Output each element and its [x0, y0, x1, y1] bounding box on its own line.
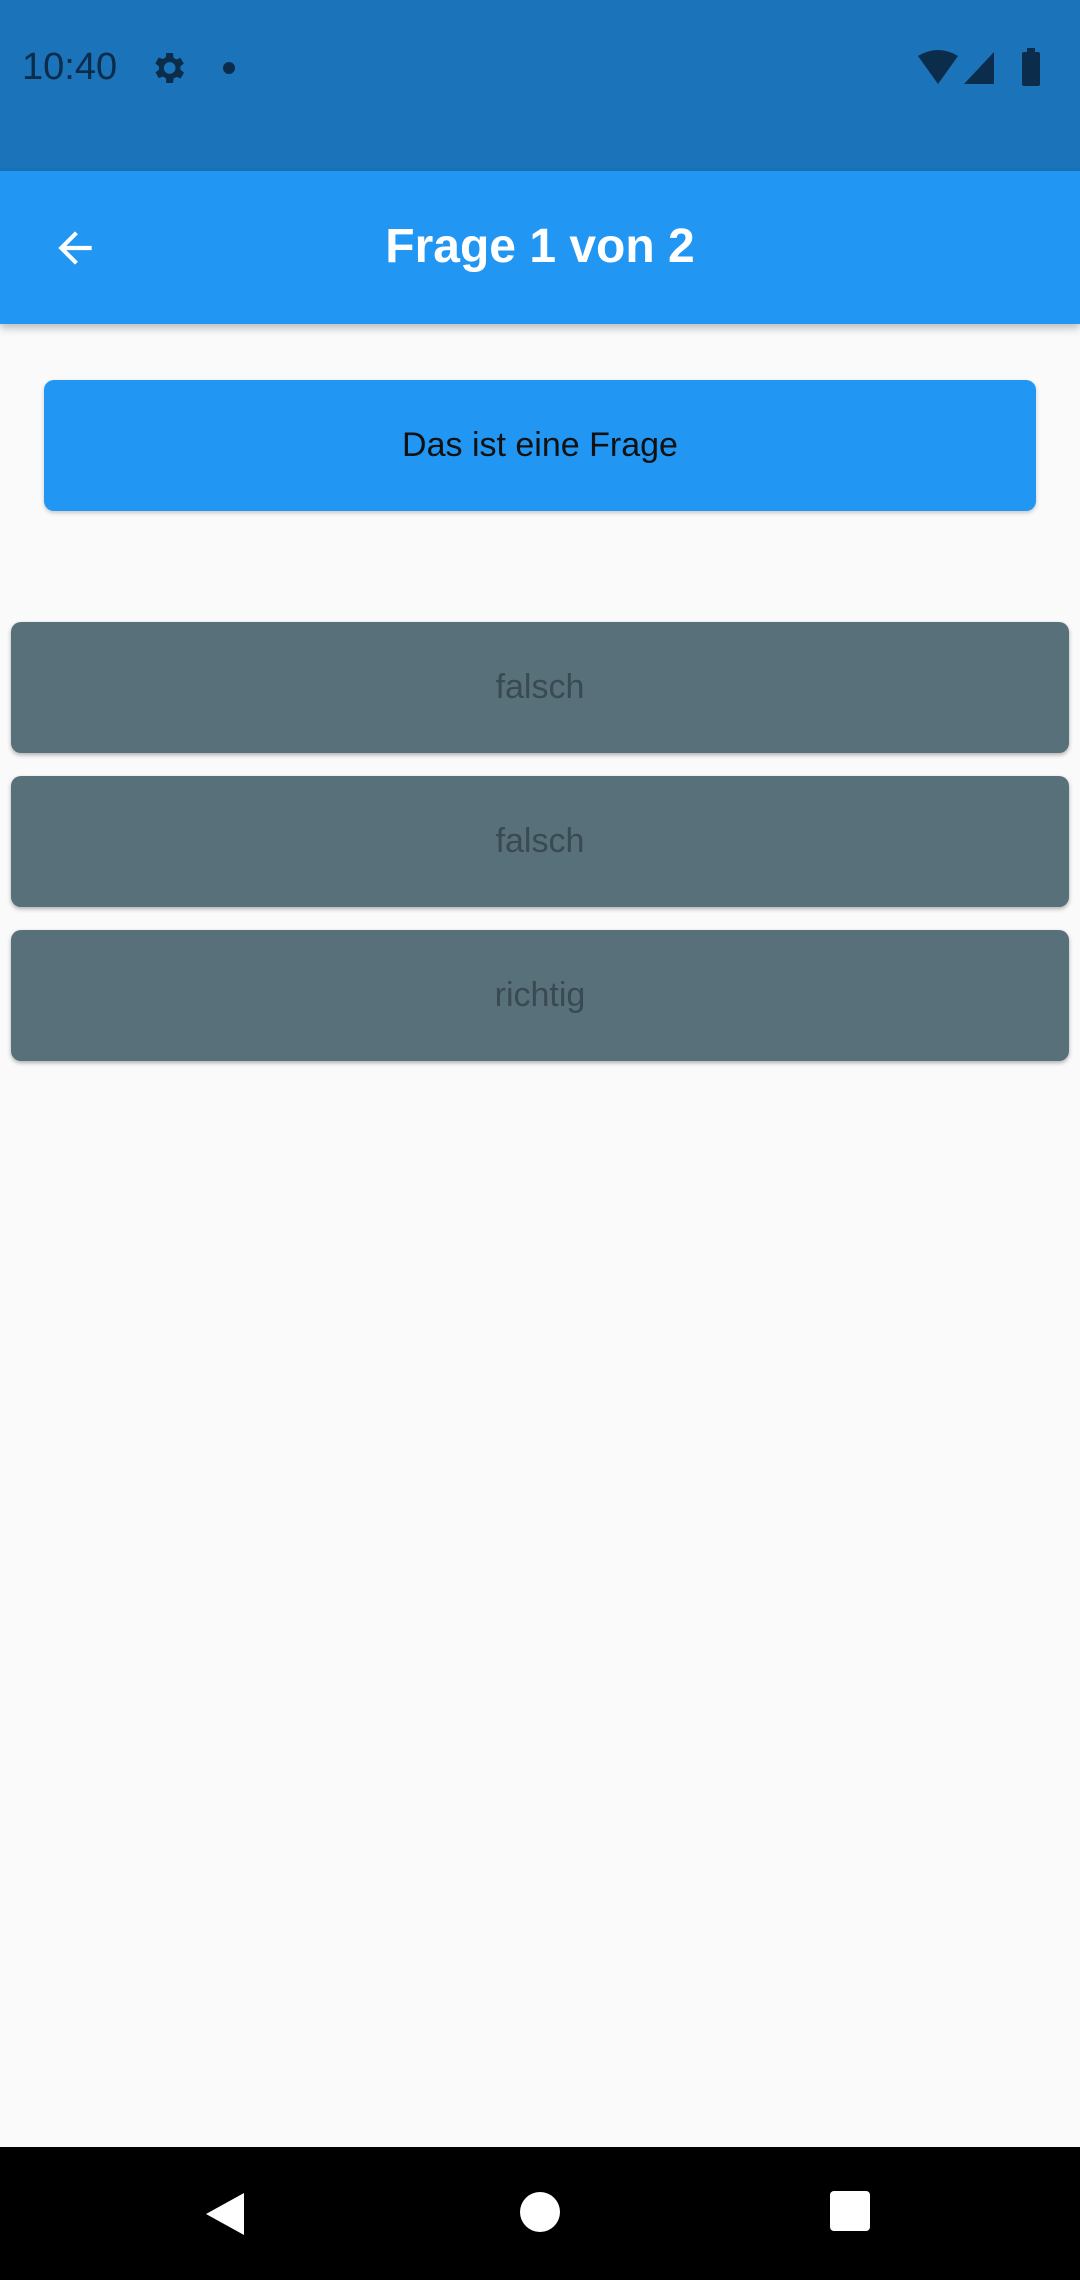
recents-square-icon[interactable] — [830, 2191, 870, 2231]
system-status-icons — [918, 48, 1040, 86]
app-bar: Frage 1 von 2 — [0, 171, 1080, 324]
answer-button-3[interactable]: richtig — [11, 930, 1069, 1061]
navigation-bar — [0, 2147, 1080, 2280]
page-title: Frage 1 von 2 — [385, 220, 695, 273]
question-card: Das ist eine Frage — [44, 380, 1036, 511]
home-circle-icon[interactable] — [519, 2191, 561, 2233]
battery-icon — [1022, 52, 1040, 86]
status-time: 10:40 — [22, 46, 118, 88]
status-bar: 10:40 — [0, 0, 1080, 171]
answer-button-2[interactable]: falsch — [11, 776, 1069, 907]
back-triangle-icon[interactable] — [204, 2191, 248, 2237]
notification-dot-icon — [223, 62, 235, 74]
wifi-icon — [918, 50, 958, 84]
gear-icon — [155, 53, 184, 83]
answer-button-1[interactable]: falsch — [11, 622, 1069, 753]
signal-icon — [964, 52, 994, 84]
